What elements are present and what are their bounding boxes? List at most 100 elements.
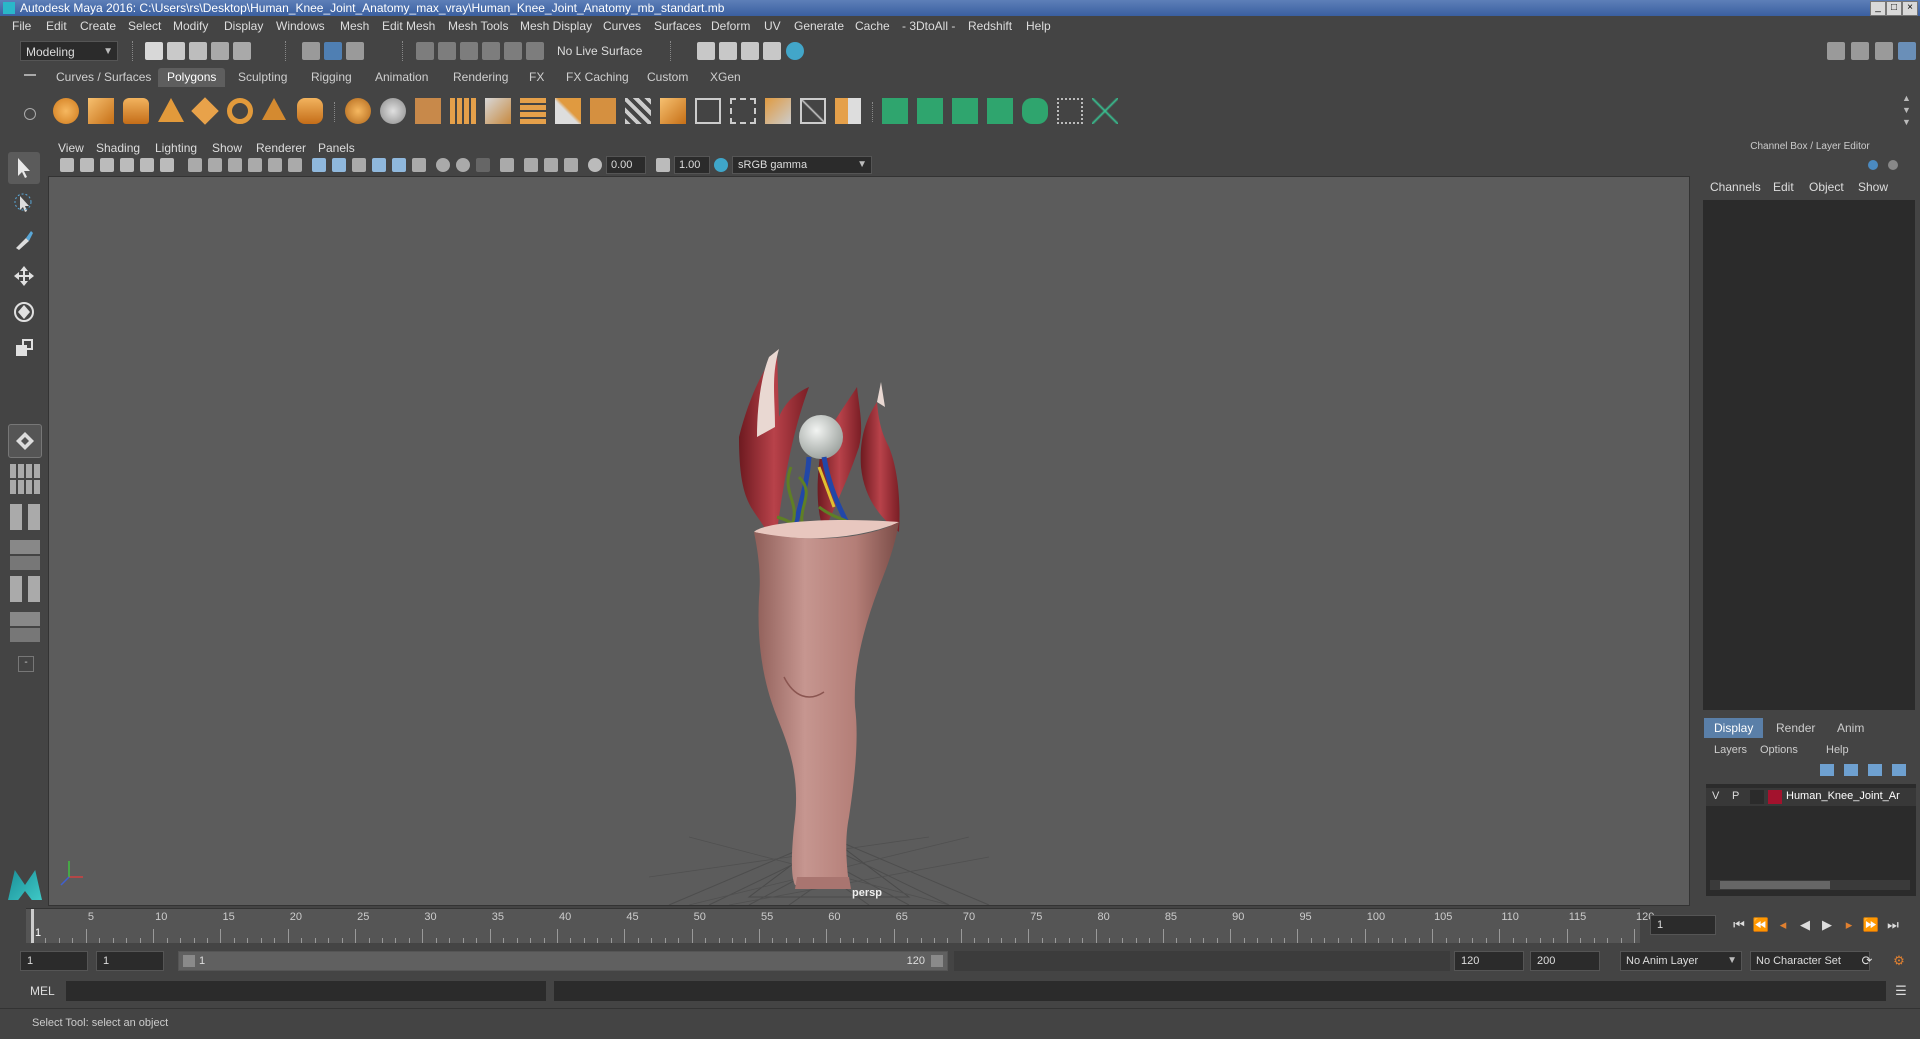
extrude-icon[interactable] xyxy=(485,98,511,124)
camera-attributes-icon[interactable] xyxy=(80,158,94,172)
range-bar[interactable]: 1 120 xyxy=(178,951,948,971)
combine-icon[interactable] xyxy=(345,98,371,124)
menu-surfaces[interactable]: Surfaces xyxy=(654,19,701,33)
mesh-symmetry-icon[interactable] xyxy=(1092,98,1118,124)
poly-pipe-icon[interactable] xyxy=(297,98,323,124)
play-forwards-icon[interactable]: ▶ xyxy=(1818,916,1836,934)
smooth-shade-icon[interactable] xyxy=(332,158,346,172)
poly-torus-icon[interactable] xyxy=(227,98,253,124)
shelf-settings-icon[interactable] xyxy=(24,108,36,120)
menu-mesh-display[interactable]: Mesh Display xyxy=(520,19,592,33)
scale-tool[interactable] xyxy=(8,332,40,364)
tab-rendering[interactable]: Rendering xyxy=(444,68,517,87)
tab-sculpting[interactable]: Sculpting xyxy=(229,68,296,87)
cut-uv-icon[interactable] xyxy=(800,98,826,124)
grab-icon[interactable] xyxy=(987,98,1013,124)
layout-persp-graph-icon[interactable] xyxy=(10,612,40,626)
target-weld-icon[interactable] xyxy=(590,98,616,124)
command-input[interactable] xyxy=(66,981,546,1001)
snap-grid-icon[interactable] xyxy=(416,42,434,60)
sculpt-icon[interactable] xyxy=(882,98,908,124)
select-component-icon[interactable] xyxy=(346,42,364,60)
toolbox-more-button[interactable]: - xyxy=(18,656,34,672)
use-all-lights-icon[interactable] xyxy=(392,158,406,172)
tab-display[interactable]: Display xyxy=(1704,718,1764,738)
layout-single-icon[interactable] xyxy=(10,540,40,554)
select-hierarchy-icon[interactable] xyxy=(302,42,320,60)
poly-cone-icon[interactable] xyxy=(158,98,184,122)
poly-pyramid-icon[interactable] xyxy=(262,98,286,120)
menu-display[interactable]: Display xyxy=(224,19,263,33)
menu-windows[interactable]: Windows xyxy=(276,19,325,33)
image-plane-icon[interactable] xyxy=(120,158,134,172)
channel-box-icon[interactable] xyxy=(1898,42,1916,60)
view-transform-dropdown[interactable]: sRGB gamma ▼ xyxy=(732,156,872,174)
layout-outliner-icon[interactable] xyxy=(10,556,40,570)
tab-curves-surfaces[interactable]: Curves / Surfaces xyxy=(47,68,160,87)
poly-cylinder-icon[interactable] xyxy=(123,98,149,124)
select-object-icon[interactable] xyxy=(324,42,342,60)
gate-mask-icon[interactable] xyxy=(248,158,262,172)
menu-redshift[interactable]: Redshift xyxy=(968,19,1012,33)
menu-edit[interactable]: Edit xyxy=(46,19,67,33)
planar-uv-icon[interactable] xyxy=(695,98,721,124)
channel-menu-channels[interactable]: Channels xyxy=(1710,180,1761,194)
scene-end-field[interactable]: 200 xyxy=(1530,951,1600,971)
go-to-start-icon[interactable]: ⏮ xyxy=(1730,916,1748,934)
bevel-icon[interactable] xyxy=(660,98,686,124)
menu-help[interactable]: Help xyxy=(1026,19,1051,33)
tab-anim[interactable]: Anim xyxy=(1827,718,1874,738)
anti-aliasing-icon[interactable] xyxy=(476,158,490,172)
tab-polygons[interactable]: Polygons xyxy=(158,68,226,87)
menu-generate[interactable]: Generate xyxy=(794,19,844,33)
safe-action-icon[interactable] xyxy=(288,158,302,172)
viewport-menu-shading[interactable]: Shading xyxy=(96,141,140,155)
layer-menu-layers[interactable]: Layers xyxy=(1714,744,1747,756)
scrollbar-thumb[interactable] xyxy=(1720,881,1830,889)
menu-deform[interactable]: Deform xyxy=(711,19,750,33)
tab-animation[interactable]: Animation xyxy=(366,68,437,87)
insert-edge-loop-icon[interactable] xyxy=(625,98,651,124)
tab-fx[interactable]: FX xyxy=(520,68,553,87)
render-settings-icon[interactable] xyxy=(741,42,759,60)
wireframe-icon[interactable] xyxy=(312,158,326,172)
poly-sphere-icon[interactable] xyxy=(53,98,79,124)
xray-joints-icon[interactable] xyxy=(544,158,558,172)
layout-four-view-alt-icon[interactable] xyxy=(10,480,40,494)
relax-icon[interactable] xyxy=(952,98,978,124)
channel-box-manipulator-icon[interactable] xyxy=(1868,160,1878,170)
last-tool-used[interactable] xyxy=(8,424,42,458)
bridge-icon[interactable] xyxy=(520,98,546,124)
time-ruler[interactable]: 5 10 15 20 25 30 35 40 45 50 55 60 65 70 75 80 85 90 95 100… xyxy=(26,908,1654,943)
range-end-handle[interactable] xyxy=(931,955,943,967)
channel-box-speed-icon[interactable] xyxy=(1888,160,1898,170)
tool-settings-icon[interactable] xyxy=(1875,42,1893,60)
menu-curves[interactable]: Curves xyxy=(603,19,641,33)
open-scene-icon[interactable] xyxy=(167,42,185,60)
wireframe-on-shaded-icon[interactable] xyxy=(352,158,366,172)
poly-plane-icon[interactable] xyxy=(191,97,219,125)
layer-playback-toggle[interactable]: P xyxy=(1732,790,1739,802)
playback-start-field[interactable]: 1 xyxy=(96,951,164,971)
close-button[interactable]: × xyxy=(1902,1,1918,16)
uv-editor-icon[interactable] xyxy=(765,98,791,124)
viewport-menu-renderer[interactable]: Renderer xyxy=(256,141,306,155)
separate-icon[interactable] xyxy=(380,98,406,124)
menu-set-dropdown[interactable]: Modeling ▼ xyxy=(20,41,118,61)
move-tool[interactable] xyxy=(8,260,40,292)
gamma-field[interactable]: 1.00 xyxy=(674,156,710,174)
resolution-gate-icon[interactable] xyxy=(228,158,242,172)
viewport-menu-lighting[interactable]: Lighting xyxy=(155,141,197,155)
exposure-icon[interactable] xyxy=(588,158,602,172)
smooth-sculpt-icon[interactable] xyxy=(917,98,943,124)
snap-live-icon[interactable] xyxy=(504,42,522,60)
layer-row[interactable]: V P Human_Knee_Joint_Ar xyxy=(1706,788,1916,806)
ipr-render-icon[interactable] xyxy=(719,42,737,60)
mirror-icon[interactable] xyxy=(415,98,441,124)
layer-menu-help[interactable]: Help xyxy=(1826,744,1849,756)
step-forward-key-icon[interactable]: ⏩ xyxy=(1862,916,1880,934)
tab-custom[interactable]: Custom xyxy=(638,68,697,87)
attribute-editor-icon[interactable] xyxy=(1851,42,1869,60)
viewport-menu-view[interactable]: View xyxy=(58,141,84,155)
isolate-select-icon[interactable] xyxy=(500,158,514,172)
